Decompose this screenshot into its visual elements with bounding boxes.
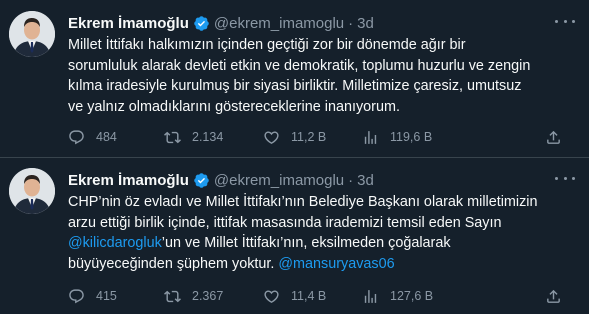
reply-count: 415 bbox=[96, 289, 117, 303]
verified-badge-icon bbox=[194, 15, 209, 31]
tweet-header: Ekrem İmamoğlu @ekrem_imamoglu · 3d bbox=[68, 170, 374, 190]
mention-link[interactable]: @kilicdarogluk bbox=[68, 235, 162, 251]
views-count: 119,6 B bbox=[390, 130, 433, 144]
avatar[interactable] bbox=[9, 11, 55, 57]
tweet-text: Millet İttifakı halkımızın içinden geçti… bbox=[68, 35, 580, 117]
like-button[interactable]: 11,4 B bbox=[263, 287, 326, 305]
tweet-text: CHP’nin öz evladı ve Millet İttifakı’nın… bbox=[68, 192, 580, 274]
tweet-text-segment: arzu ettiği birlik içinde, ittifak masas… bbox=[68, 214, 502, 231]
tweet-text-segment: büyüyeceğinden şüphem yoktur. bbox=[68, 255, 279, 272]
heart-icon bbox=[264, 130, 279, 144]
retweet-count: 2.134 bbox=[192, 130, 224, 144]
tweet-text-segment: ’un ve Millet İttifakı’nın, eksilmeden ç… bbox=[161, 235, 451, 251]
tweet-text-line: arzu ettiği birlik içinde, ittifak masas… bbox=[68, 213, 580, 234]
tweet-text-line: sorumluluk alarak devleti etkin ve demok… bbox=[68, 56, 580, 77]
views-button[interactable]: 119,6 B bbox=[362, 128, 432, 146]
bar-chart-icon bbox=[364, 130, 377, 144]
tweet-text-line: Millet İttifakı halkımızın içinden geçti… bbox=[68, 35, 580, 56]
share-upload-icon bbox=[547, 130, 560, 144]
retweet-button[interactable]: 2.134 bbox=[164, 128, 223, 146]
tweet-text-segment: CHP’nin öz evladı ve Millet İttifakı’nın… bbox=[68, 194, 538, 210]
timestamp[interactable]: 3d bbox=[357, 172, 374, 189]
tweet[interactable]: Ekrem İmamoğlu @ekrem_imamoglu · 3d CHP’… bbox=[0, 157, 589, 314]
views-count: 127,6 B bbox=[390, 289, 434, 303]
like-button[interactable]: 11,2 B bbox=[263, 128, 326, 146]
tweet-text-line: kılma iradesiyle kurulmuş bir siyasi bir… bbox=[68, 76, 580, 97]
separator-dot: · bbox=[348, 14, 354, 32]
tweet-actions: 415 2.367 11,4 B 127,6 B bbox=[68, 287, 568, 305]
like-count: 11,2 B bbox=[291, 130, 327, 144]
tweet-text-line: CHP’nin öz evladı ve Millet İttifakı’nın… bbox=[68, 192, 580, 213]
tweet-text-line: ve yalnız olmadıklarını göstereceklerine… bbox=[68, 97, 580, 118]
author-name[interactable]: Ekrem İmamoğlu bbox=[68, 15, 189, 32]
comment-bubble-icon bbox=[69, 288, 84, 303]
bar-chart-icon bbox=[364, 289, 377, 303]
tweet[interactable]: Ekrem İmamoğlu @ekrem_imamoglu · 3d Mill… bbox=[0, 0, 589, 157]
reply-button[interactable]: 415 bbox=[68, 287, 117, 305]
like-count: 11,4 B bbox=[291, 289, 327, 303]
avatar[interactable] bbox=[9, 168, 55, 214]
mention-link[interactable]: @mansuryavas06 bbox=[278, 256, 394, 272]
retweet-arrows-icon bbox=[164, 131, 181, 143]
timestamp[interactable]: 3d bbox=[357, 15, 374, 32]
author-handle[interactable]: @ekrem_imamoglu bbox=[214, 15, 344, 32]
tweet-actions: 484 2.134 11,2 B 119,6 B bbox=[68, 128, 568, 146]
share-button[interactable] bbox=[545, 287, 562, 305]
comment-bubble-icon bbox=[69, 129, 84, 144]
views-button[interactable]: 127,6 B bbox=[362, 287, 433, 305]
tweet-text-line: büyüyeceğinden şüphem yoktur. @mansuryav… bbox=[68, 254, 580, 275]
retweet-button[interactable]: 2.367 bbox=[164, 287, 223, 305]
share-button[interactable] bbox=[545, 128, 562, 146]
tweet-text-segment: ve yalnız olmadıklarını göstereceklerine… bbox=[68, 98, 400, 115]
tweet-text-segment: Millet İttifakı halkımızın içinden geçti… bbox=[68, 37, 466, 53]
verified-badge-icon bbox=[194, 172, 209, 188]
more-dots-icon[interactable] bbox=[555, 171, 575, 185]
tweet-text-line: @kilicdarogluk’un ve Millet İttifakı’nın… bbox=[68, 233, 580, 254]
author-handle[interactable]: @ekrem_imamoglu bbox=[214, 172, 344, 189]
separator-dot: · bbox=[348, 171, 354, 189]
heart-icon bbox=[264, 289, 279, 303]
reply-count: 484 bbox=[96, 130, 117, 144]
tweet-header: Ekrem İmamoğlu @ekrem_imamoglu · 3d bbox=[68, 13, 374, 33]
more-dots-icon[interactable] bbox=[555, 14, 575, 28]
author-name[interactable]: Ekrem İmamoğlu bbox=[68, 172, 189, 189]
tweet-text-segment: sorumluluk alarak devleti etkin ve demok… bbox=[68, 57, 531, 74]
tweet-feed: Ekrem İmamoğlu @ekrem_imamoglu · 3d Mill… bbox=[0, 0, 589, 314]
retweet-count: 2.367 bbox=[192, 289, 224, 303]
reply-button[interactable]: 484 bbox=[68, 128, 117, 146]
tweet-text-segment: kılma iradesiyle kurulmuş bir siyasi bir… bbox=[68, 78, 522, 94]
retweet-arrows-icon bbox=[164, 290, 181, 302]
share-upload-icon bbox=[547, 289, 560, 303]
